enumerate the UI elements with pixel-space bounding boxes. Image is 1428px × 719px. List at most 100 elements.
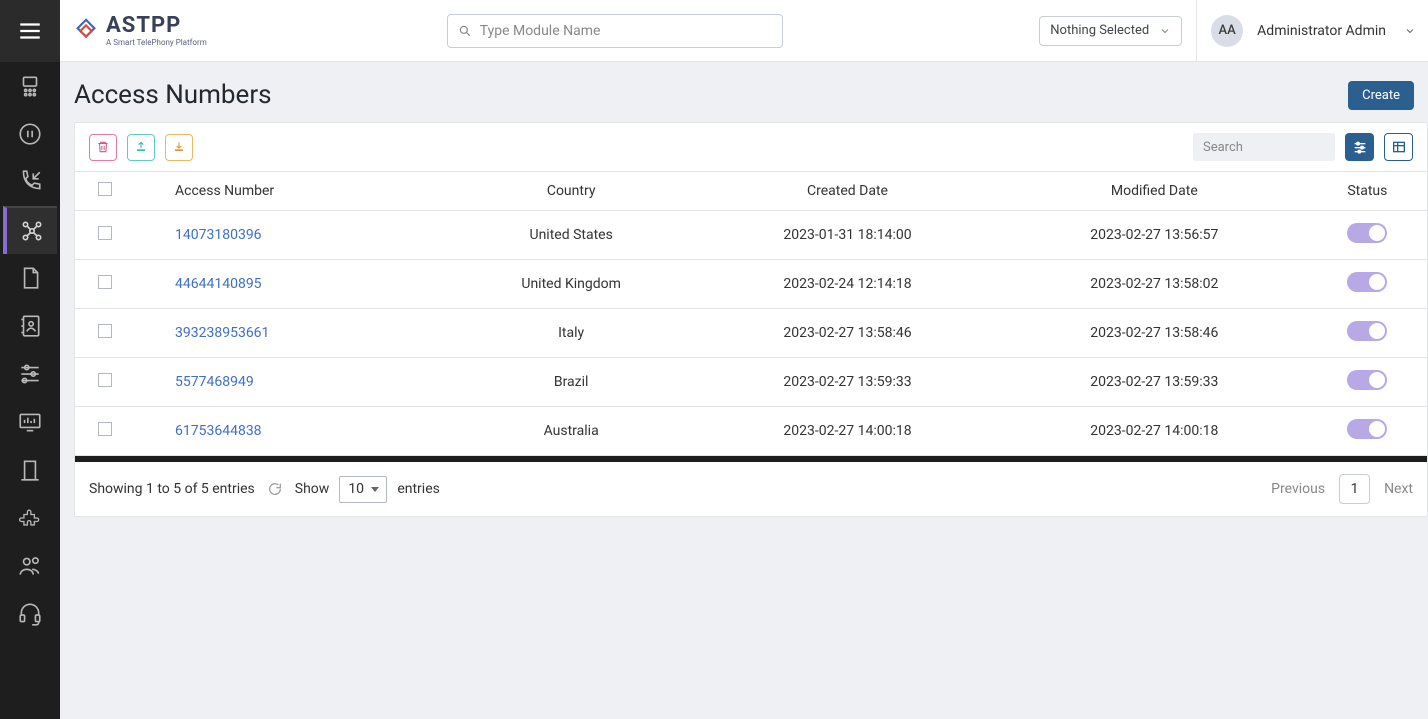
sidebar bbox=[0, 0, 60, 719]
modified-cell: 2023-02-27 13:58:46 bbox=[1001, 309, 1308, 358]
global-search-input[interactable] bbox=[480, 23, 772, 39]
country-cell: United Kingdom bbox=[448, 260, 694, 309]
access-number-link[interactable]: 14073180396 bbox=[175, 227, 262, 243]
access-number-link[interactable]: 5577468949 bbox=[175, 374, 254, 390]
user-avatar[interactable]: AA bbox=[1211, 15, 1243, 47]
row-checkbox[interactable] bbox=[98, 373, 112, 387]
table-row: 393238953661Italy2023-02-27 13:58:462023… bbox=[75, 309, 1427, 358]
brand-name: ASTPP bbox=[106, 15, 207, 37]
column-header[interactable]: Country bbox=[448, 172, 694, 211]
prev-page-button[interactable]: Previous bbox=[1271, 481, 1325, 497]
header-select[interactable]: Nothing Selected bbox=[1039, 16, 1182, 46]
sidebar-item-inbound[interactable] bbox=[3, 158, 57, 206]
table-row: 44644140895 United Kingdom2023-02-24 12:1… bbox=[75, 260, 1427, 309]
table-row: 61753644838Australia2023-02-27 14:00:182… bbox=[75, 407, 1427, 456]
refresh-button[interactable] bbox=[265, 479, 285, 499]
column-header[interactable]: Modified Date bbox=[1001, 172, 1308, 211]
page-title: Access Numbers bbox=[74, 80, 272, 110]
search-icon bbox=[458, 24, 472, 38]
trash-icon bbox=[96, 140, 110, 154]
row-checkbox[interactable] bbox=[98, 422, 112, 436]
table-toolbar bbox=[75, 123, 1427, 171]
created-cell: 2023-01-31 18:14:00 bbox=[694, 211, 1001, 260]
table-row: 5577468949Brazil2023-02-27 13:59:332023-… bbox=[75, 358, 1427, 407]
brand-logo[interactable]: ASTPP A Smart TelePhony Platform bbox=[72, 15, 207, 47]
sidebar-item-settings[interactable] bbox=[3, 350, 57, 398]
access-number-link[interactable]: 393238953661 bbox=[175, 325, 269, 341]
sidebar-item-building[interactable] bbox=[3, 446, 57, 494]
delete-button[interactable] bbox=[89, 134, 117, 161]
sidebar-item-monitor[interactable] bbox=[3, 398, 57, 446]
filter-button[interactable] bbox=[1345, 133, 1374, 161]
table-footer: Showing 1 to 5 of 5 entries Show 10 entr… bbox=[75, 462, 1427, 516]
table-search-input[interactable] bbox=[1193, 133, 1335, 161]
header-divider bbox=[1196, 0, 1197, 62]
data-table: Access Number Country Created Date Modif… bbox=[75, 171, 1427, 456]
content-card: Access Number Country Created Date Modif… bbox=[74, 122, 1428, 517]
phone-pad-icon bbox=[17, 73, 43, 99]
table-row: 14073180396 United States2023-01-31 18:14… bbox=[75, 211, 1427, 260]
create-button[interactable]: Create bbox=[1348, 81, 1414, 110]
country-cell: Brazil bbox=[448, 358, 694, 407]
next-page-button[interactable]: Next bbox=[1384, 481, 1413, 497]
global-search[interactable] bbox=[447, 14, 783, 48]
users-icon bbox=[17, 553, 43, 579]
column-header[interactable]: Access Number bbox=[135, 172, 448, 211]
building-icon bbox=[17, 457, 43, 483]
created-cell: 2023-02-24 12:14:18 bbox=[694, 260, 1001, 309]
columns-button[interactable] bbox=[1384, 133, 1413, 161]
column-header[interactable]: Created Date bbox=[694, 172, 1001, 211]
sidebar-item-users[interactable] bbox=[3, 542, 57, 590]
user-name-label[interactable]: Administrator Admin bbox=[1257, 23, 1386, 39]
status-toggle[interactable] bbox=[1347, 419, 1387, 439]
addressbook-icon bbox=[17, 313, 43, 339]
sliders-icon bbox=[17, 361, 43, 387]
access-number-link[interactable]: 61753644838 bbox=[175, 423, 262, 439]
access-number-link[interactable]: 44644140895 bbox=[175, 276, 262, 292]
sidebar-item-support[interactable] bbox=[3, 590, 57, 638]
columns-icon bbox=[1391, 139, 1407, 155]
show-label: Show bbox=[295, 481, 330, 497]
page-size-select[interactable]: 10 bbox=[339, 476, 387, 503]
hamburger-button[interactable] bbox=[0, 0, 60, 62]
import-button[interactable] bbox=[127, 134, 155, 161]
row-checkbox[interactable] bbox=[98, 275, 112, 289]
sidebar-item-pause[interactable] bbox=[3, 110, 57, 158]
current-page[interactable]: 1 bbox=[1339, 474, 1370, 504]
sidebar-item-dashboard[interactable] bbox=[3, 62, 57, 110]
logo-icon bbox=[72, 17, 100, 45]
row-checkbox[interactable] bbox=[98, 324, 112, 338]
country-cell: United States bbox=[448, 211, 694, 260]
sidebar-item-files[interactable] bbox=[3, 254, 57, 302]
created-cell: 2023-02-27 13:58:46 bbox=[694, 309, 1001, 358]
top-header: ASTPP A Smart TelePhony Platform Nothing… bbox=[60, 0, 1428, 62]
status-toggle[interactable] bbox=[1347, 272, 1387, 292]
country-cell: Australia bbox=[448, 407, 694, 456]
modified-cell: 2023-02-27 14:00:18 bbox=[1001, 407, 1308, 456]
chevron-down-icon[interactable] bbox=[1404, 25, 1416, 37]
created-cell: 2023-02-27 14:00:18 bbox=[694, 407, 1001, 456]
menu-icon bbox=[17, 18, 43, 44]
status-toggle[interactable] bbox=[1347, 321, 1387, 341]
sidebar-item-conference[interactable] bbox=[3, 206, 57, 254]
page-title-row: Access Numbers Create bbox=[60, 62, 1428, 122]
select-all-checkbox[interactable] bbox=[98, 182, 112, 196]
phone-incoming-icon bbox=[17, 169, 43, 195]
file-icon bbox=[17, 265, 43, 291]
sidebar-item-integrations[interactable] bbox=[3, 494, 57, 542]
modified-cell: 2023-02-27 13:58:02 bbox=[1001, 260, 1308, 309]
country-cell: Italy bbox=[448, 309, 694, 358]
sidebar-item-contacts[interactable] bbox=[3, 302, 57, 350]
pause-circle-icon bbox=[17, 121, 43, 147]
filter-icon bbox=[1352, 139, 1368, 155]
column-header[interactable]: Status bbox=[1308, 172, 1427, 211]
export-button[interactable] bbox=[165, 134, 193, 161]
monitor-icon bbox=[17, 409, 43, 435]
pagination: Previous 1 Next bbox=[1271, 474, 1413, 504]
status-toggle[interactable] bbox=[1347, 223, 1387, 243]
status-toggle[interactable] bbox=[1347, 370, 1387, 390]
entries-info: Showing 1 to 5 of 5 entries bbox=[89, 481, 255, 497]
entries-label: entries bbox=[397, 481, 440, 497]
upload-icon bbox=[134, 140, 148, 154]
row-checkbox[interactable] bbox=[98, 226, 112, 240]
